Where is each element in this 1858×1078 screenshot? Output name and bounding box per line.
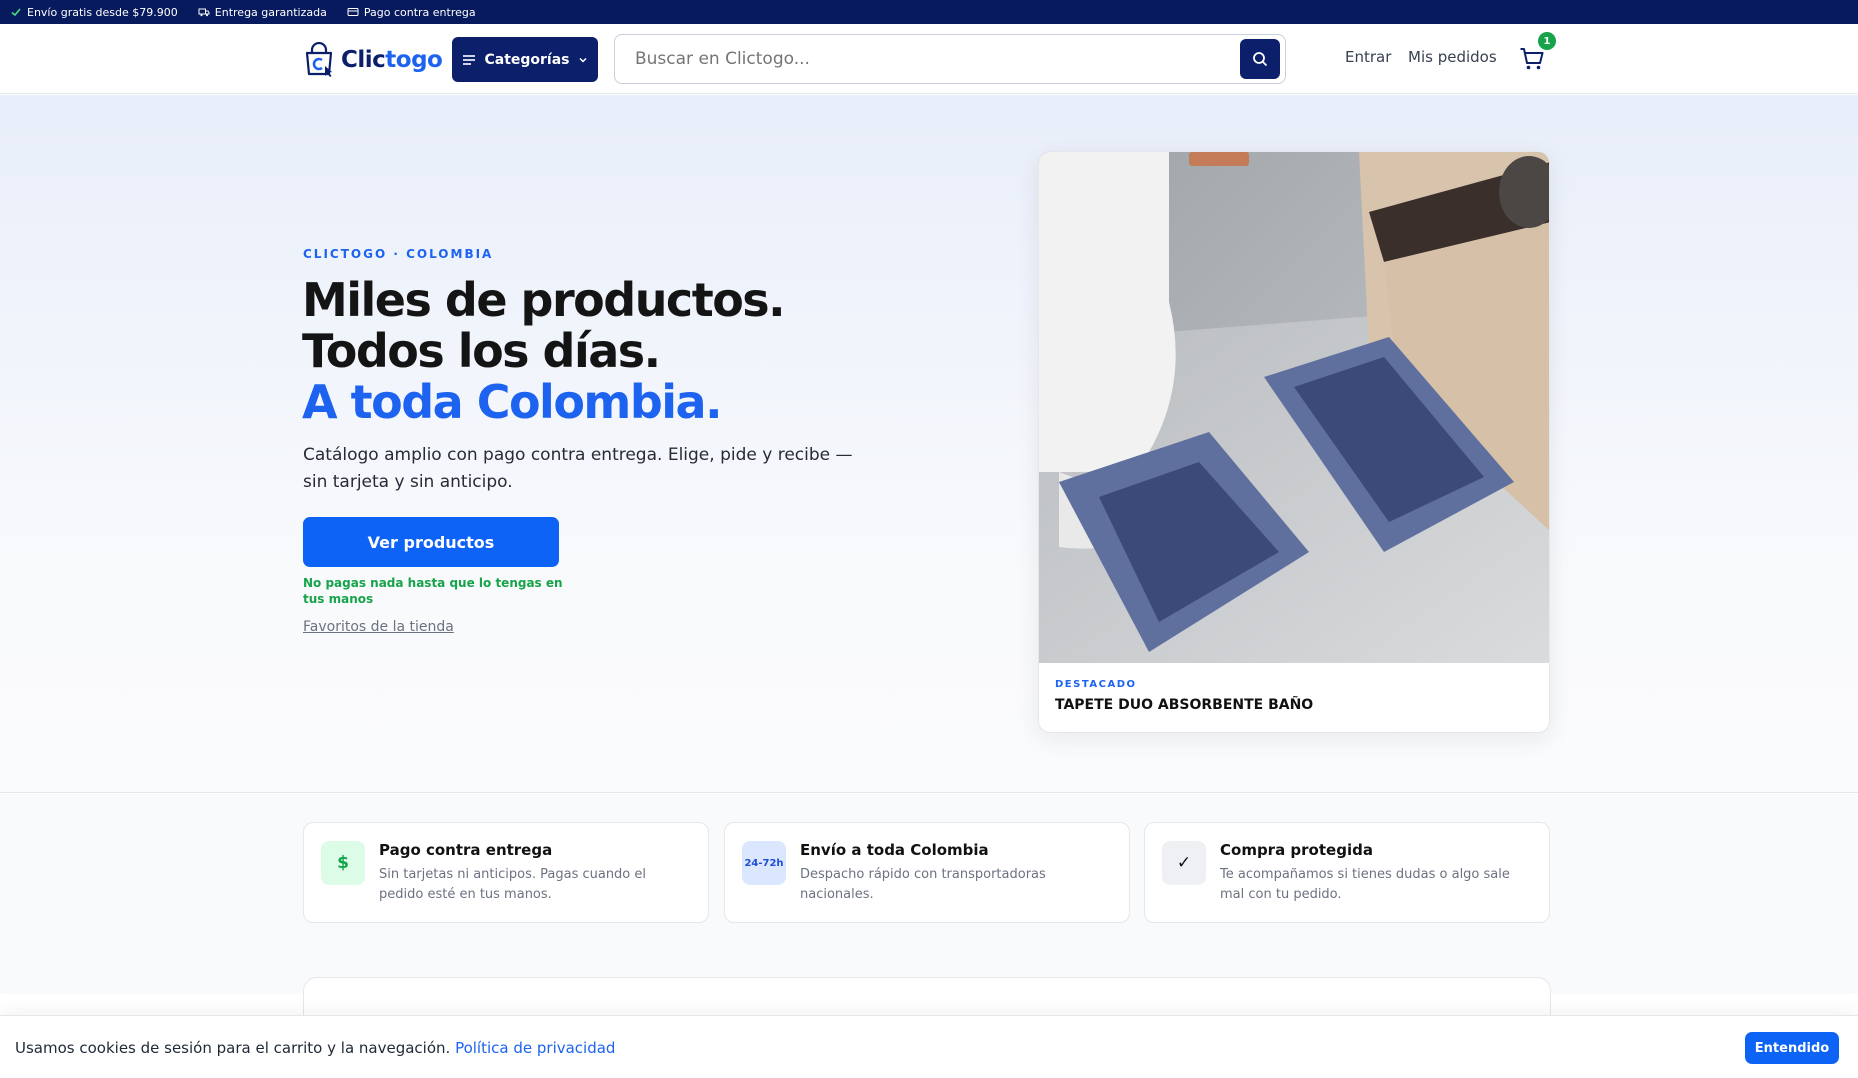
hero-section: CLICTOGO · COLOMBIA Miles de productos. … bbox=[0, 95, 1858, 793]
check-icon bbox=[11, 8, 21, 17]
benefit-title: Envío a toda Colombia bbox=[800, 841, 989, 859]
featured-tag: DESTACADO bbox=[1055, 679, 1137, 690]
login-link[interactable]: Entrar bbox=[1345, 48, 1391, 66]
shopping-bag-logo-icon bbox=[305, 42, 333, 77]
promo-bar: Envío gratis desde $79.900 Entrega garan… bbox=[0, 0, 1858, 24]
hero-headline-line3: A toda Colombia. bbox=[302, 375, 723, 429]
site-header: Clictogo Categorías Entrar Mis pedidos 1 bbox=[0, 24, 1858, 94]
featured-product-card[interactable]: DESTACADO TAPETE DUO ABSORBENTE BAÑO bbox=[1038, 151, 1550, 733]
benefits-section: $ Pago contra entrega Sin tarjetas ni an… bbox=[0, 794, 1858, 994]
categories-label: Categorías bbox=[484, 51, 570, 68]
promo-cash-on-delivery: Pago contra entrega bbox=[347, 6, 476, 19]
logo-wordmark: Clictogo bbox=[341, 47, 443, 73]
cart-icon[interactable] bbox=[1519, 46, 1545, 72]
categories-button[interactable]: Categorías bbox=[452, 37, 598, 82]
search-input[interactable] bbox=[615, 49, 1240, 69]
featured-product-image bbox=[1039, 152, 1549, 663]
cookie-message: Usamos cookies de sesión para el carrito… bbox=[15, 1039, 615, 1057]
search-bar bbox=[614, 34, 1286, 84]
featured-product-title: TAPETE DUO ABSORBENTE BAÑO bbox=[1055, 697, 1314, 713]
promo-guaranteed-delivery-label: Entrega garantizada bbox=[214, 5, 327, 19]
promo-free-shipping: Envío gratis desde $79.900 bbox=[10, 6, 178, 19]
benefit-title: Compra protegida bbox=[1220, 841, 1373, 859]
benefit-card-shipping: 24-72h Envío a toda Colombia Despacho rá… bbox=[724, 822, 1130, 923]
chevron-down-icon bbox=[578, 57, 587, 63]
cookie-accept-button[interactable]: Entendido bbox=[1745, 1032, 1839, 1064]
benefit-card-cash-on-delivery: $ Pago contra entrega Sin tarjetas ni an… bbox=[303, 822, 709, 923]
benefit-card-protected: ✓ Compra protegida Te acompañamos si tie… bbox=[1144, 822, 1550, 923]
benefit-title: Pago contra entrega bbox=[379, 841, 553, 859]
benefit-desc: Sin tarjetas ni anticipos. Pagas cuando … bbox=[379, 867, 647, 902]
search-icon bbox=[1253, 52, 1268, 67]
logo[interactable]: Clictogo bbox=[303, 42, 443, 78]
cookie-banner: Usamos cookies de sesión para el carrito… bbox=[0, 1015, 1858, 1078]
card-icon bbox=[347, 8, 359, 16]
promo-free-shipping-label: Envío gratis desde $79.900 bbox=[27, 5, 178, 19]
view-products-button[interactable]: Ver productos bbox=[303, 517, 559, 567]
hero-headline-line2: Todos los días. bbox=[302, 324, 661, 378]
menu-icon bbox=[463, 54, 476, 65]
privacy-policy-link[interactable]: Política de privacidad bbox=[455, 1039, 615, 1057]
hero-headline-line1: Miles de productos. bbox=[302, 273, 786, 327]
benefit-desc: Despacho rápido con transportadoras naci… bbox=[800, 867, 1046, 902]
cta-note: No pagas nada hasta que lo tengas en tus… bbox=[303, 576, 563, 606]
hero-eyebrow: CLICTOGO · COLOMBIA bbox=[303, 247, 494, 261]
my-orders-link[interactable]: Mis pedidos bbox=[1408, 48, 1497, 66]
truck-icon bbox=[198, 8, 210, 17]
hero-lead: Catálogo amplio con pago contra entrega.… bbox=[303, 445, 853, 492]
store-favorites-link[interactable]: Favoritos de la tienda bbox=[303, 619, 454, 635]
promo-guaranteed-delivery: Entrega garantizada bbox=[198, 6, 327, 19]
cookie-text: Usamos cookies de sesión para el carrito… bbox=[15, 1039, 451, 1057]
search-button[interactable] bbox=[1240, 39, 1280, 79]
promo-cash-on-delivery-label: Pago contra entrega bbox=[363, 5, 476, 19]
check-icon: ✓ bbox=[1162, 841, 1206, 885]
dollar-icon: $ bbox=[321, 841, 365, 885]
cart-count-badge: 1 bbox=[1538, 32, 1556, 50]
delivery-time-icon: 24-72h bbox=[742, 841, 786, 885]
hero-headline: Miles de productos. Todos los días. A to… bbox=[302, 273, 786, 429]
benefit-desc: Te acompañamos si tienes dudas o algo sa… bbox=[1220, 867, 1510, 902]
